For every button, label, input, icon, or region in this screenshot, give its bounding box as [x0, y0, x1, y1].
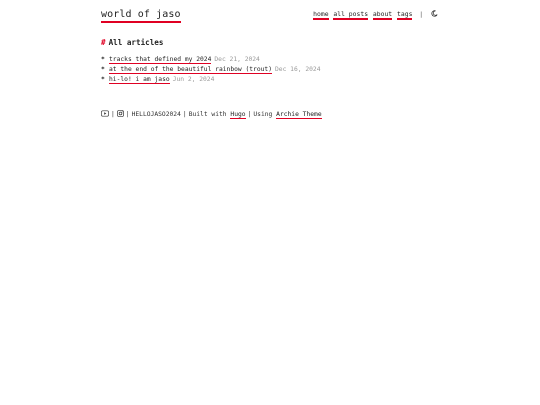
footer-separator: | — [125, 111, 130, 118]
page-title: # All articles — [101, 38, 163, 48]
hugo-link[interactable]: Hugo — [230, 111, 246, 119]
main-nav: home all posts about tags | — [312, 10, 438, 20]
nav-home[interactable]: home — [313, 10, 329, 20]
nav-all-posts[interactable]: all posts — [333, 10, 369, 20]
footer-separator: | — [247, 111, 252, 118]
post-link[interactable]: at the end of the beautiful rainbow (tro… — [109, 66, 273, 74]
nav-tags[interactable]: tags — [397, 10, 413, 20]
bullet: * — [101, 56, 105, 63]
list-item: * hi-lo! i am jaso Jun 2, 2024 — [101, 75, 321, 85]
post-date: Jun 2, 2024 — [172, 76, 215, 83]
post-link[interactable]: tracks that defined my 2024 — [109, 56, 212, 64]
site-title-link[interactable]: world of jaso — [101, 8, 181, 23]
moon-icon[interactable] — [431, 10, 438, 17]
instagram-icon[interactable] — [116, 110, 124, 121]
heading-hash-marker: # — [101, 38, 106, 47]
list-item: * tracks that defined my 2024 Dec 21, 2024 — [101, 55, 321, 65]
post-link[interactable]: hi-lo! i am jaso — [109, 76, 170, 84]
nav-separator: | — [419, 10, 424, 18]
youtube-icon[interactable] — [101, 110, 109, 121]
bullet: * — [101, 66, 105, 73]
bullet: * — [101, 76, 105, 83]
site-header: world of jaso home all posts about tags … — [101, 8, 441, 24]
post-date: Dec 16, 2024 — [275, 66, 321, 73]
nav-about[interactable]: about — [372, 10, 393, 20]
built-with-label: Built with — [188, 111, 227, 118]
archie-theme-link[interactable]: Archie Theme — [276, 111, 322, 119]
site-footer: | | HELLOJASO2024 | Built with Hugo | Using A… — [101, 110, 322, 121]
copyright-text: HELLOJASO2024 — [131, 111, 181, 118]
using-label: Using — [253, 111, 273, 118]
page-title-text: All articles — [108, 38, 164, 47]
post-list: * tracks that defined my 2024 Dec 21, 2024… — [101, 55, 321, 85]
footer-separator: | — [182, 111, 187, 118]
post-date: Dec 21, 2024 — [214, 56, 260, 63]
list-item: * at the end of the beautiful rainbow (tr… — [101, 65, 321, 75]
footer-separator: | — [111, 111, 115, 118]
